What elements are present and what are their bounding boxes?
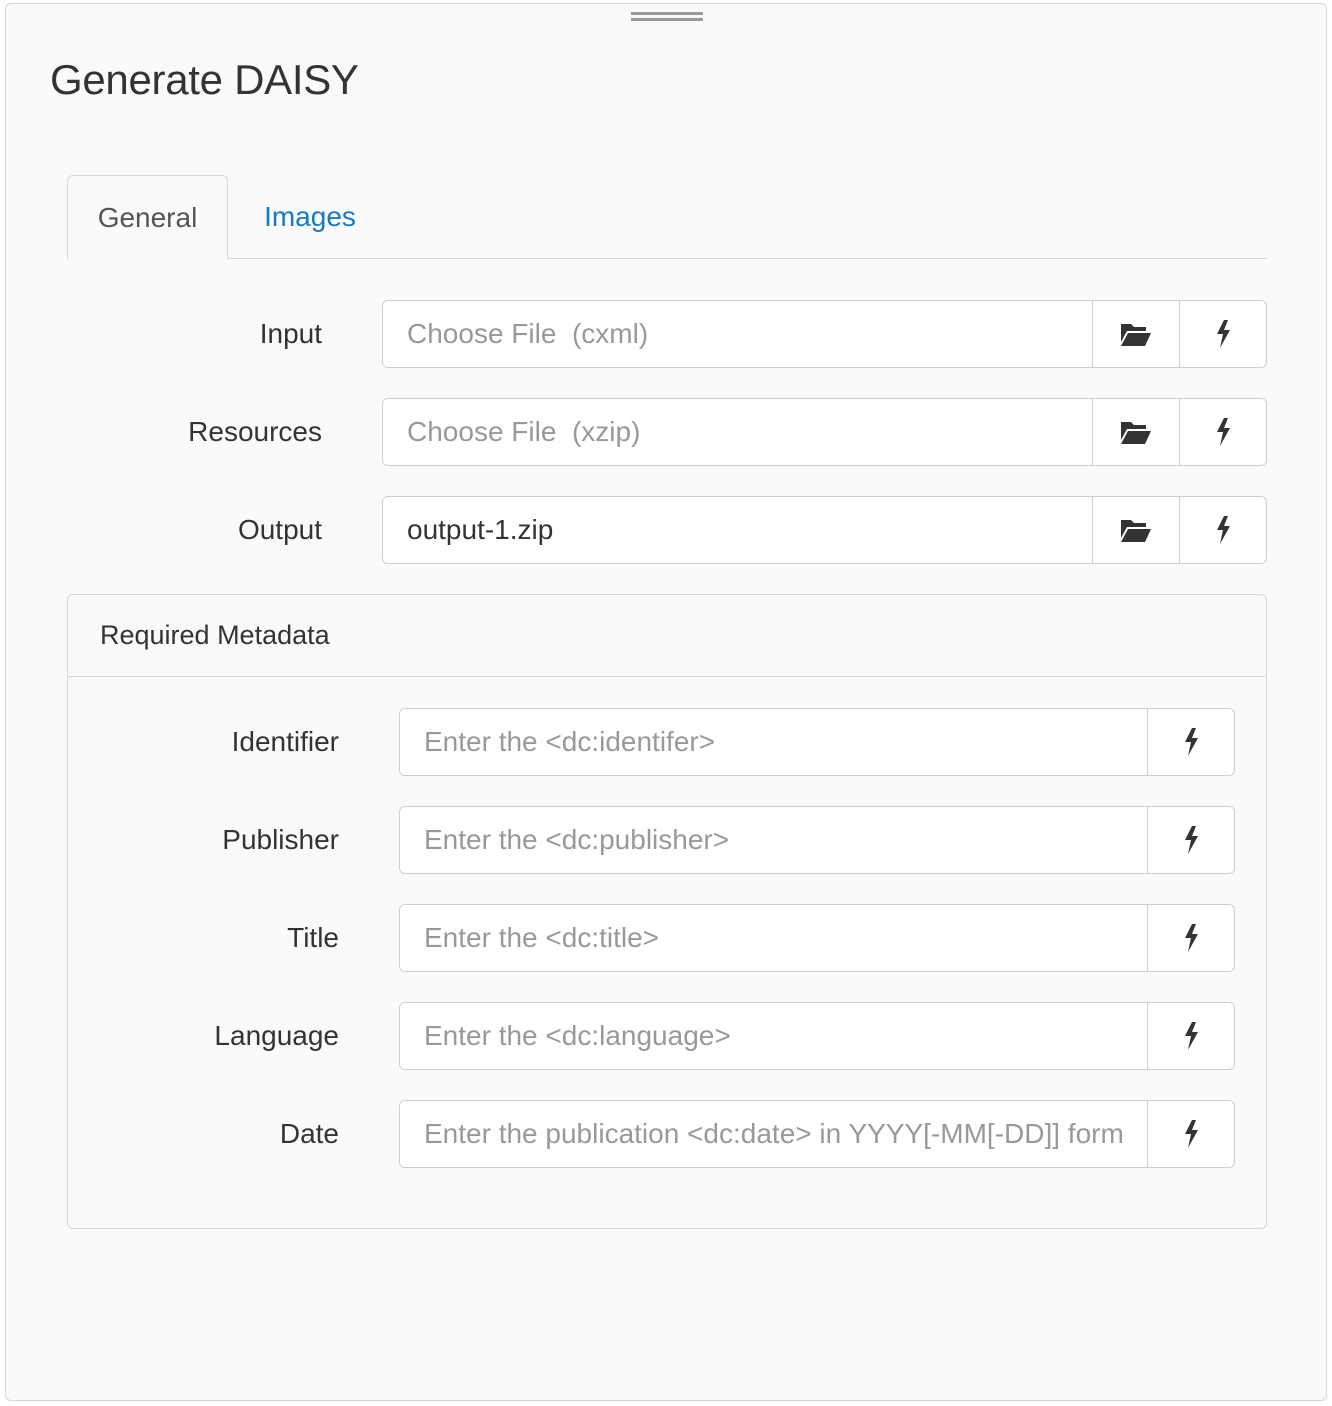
language-label: Language: [214, 1020, 339, 1051]
date-field[interactable]: [400, 1101, 1147, 1167]
lightning-bolt-icon: [1215, 516, 1231, 544]
lightning-bolt-icon: [1183, 1022, 1199, 1050]
folder-open-icon: [1120, 321, 1152, 347]
language-macro-button[interactable]: [1147, 1003, 1234, 1069]
identifier-field[interactable]: [400, 709, 1147, 775]
tab-general[interactable]: General: [67, 175, 228, 260]
input-browse-button[interactable]: [1092, 301, 1179, 367]
resources-label: Resources: [188, 416, 322, 447]
date-group: [399, 1100, 1235, 1168]
dialog-panel: Generate DAISY General Images Input Reso…: [5, 3, 1327, 1401]
drag-handle-icon[interactable]: [631, 12, 703, 24]
input-macro-button[interactable]: [1179, 301, 1266, 367]
publisher-field[interactable]: [400, 807, 1147, 873]
lightning-bolt-icon: [1215, 320, 1231, 348]
lightning-bolt-icon: [1215, 418, 1231, 446]
title-macro-button[interactable]: [1147, 905, 1234, 971]
required-metadata-panel: Required Metadata Identifier Publisher T…: [67, 594, 1267, 1229]
date-macro-button[interactable]: [1147, 1101, 1234, 1167]
publisher-group: [399, 806, 1235, 874]
identifier-macro-button[interactable]: [1147, 709, 1234, 775]
resources-macro-button[interactable]: [1179, 399, 1266, 465]
input-label: Input: [259, 318, 322, 349]
tab-bar: General Images: [67, 175, 1267, 260]
output-macro-button[interactable]: [1179, 497, 1266, 563]
language-group: [399, 1002, 1235, 1070]
title-field[interactable]: [400, 905, 1147, 971]
title-row: Title: [68, 904, 1266, 972]
publisher-label: Publisher: [222, 824, 339, 855]
date-label: Date: [279, 1118, 339, 1149]
title-label: Title: [287, 922, 339, 953]
publisher-macro-button[interactable]: [1147, 807, 1234, 873]
publisher-row: Publisher: [68, 806, 1266, 874]
input-file-field[interactable]: [383, 301, 1092, 367]
output-browse-button[interactable]: [1092, 497, 1179, 563]
language-row: Language: [68, 1002, 1266, 1070]
resources-group: [382, 398, 1267, 466]
output-file-field[interactable]: [383, 497, 1092, 563]
output-label: Output: [237, 514, 322, 545]
lightning-bolt-icon: [1183, 924, 1199, 952]
identifier-label: Identifier: [231, 726, 339, 757]
output-row: Output: [6, 496, 1328, 564]
resources-browse-button[interactable]: [1092, 399, 1179, 465]
input-row: Input: [6, 300, 1328, 368]
lightning-bolt-icon: [1183, 826, 1199, 854]
required-metadata-heading: Required Metadata: [68, 595, 1266, 677]
language-field[interactable]: [400, 1003, 1147, 1069]
folder-open-icon: [1120, 419, 1152, 445]
lightning-bolt-icon: [1183, 1120, 1199, 1148]
title-group: [399, 904, 1235, 972]
output-group: [382, 496, 1267, 564]
folder-open-icon: [1120, 517, 1152, 543]
lightning-bolt-icon: [1183, 728, 1199, 756]
date-row: Date: [68, 1100, 1266, 1168]
input-group: [382, 300, 1267, 368]
resources-row: Resources: [6, 398, 1328, 466]
page-title: Generate DAISY: [50, 56, 359, 103]
identifier-row: Identifier: [68, 708, 1266, 776]
resources-file-field[interactable]: [383, 399, 1092, 465]
tab-images[interactable]: Images: [228, 175, 392, 259]
identifier-group: [399, 708, 1235, 776]
